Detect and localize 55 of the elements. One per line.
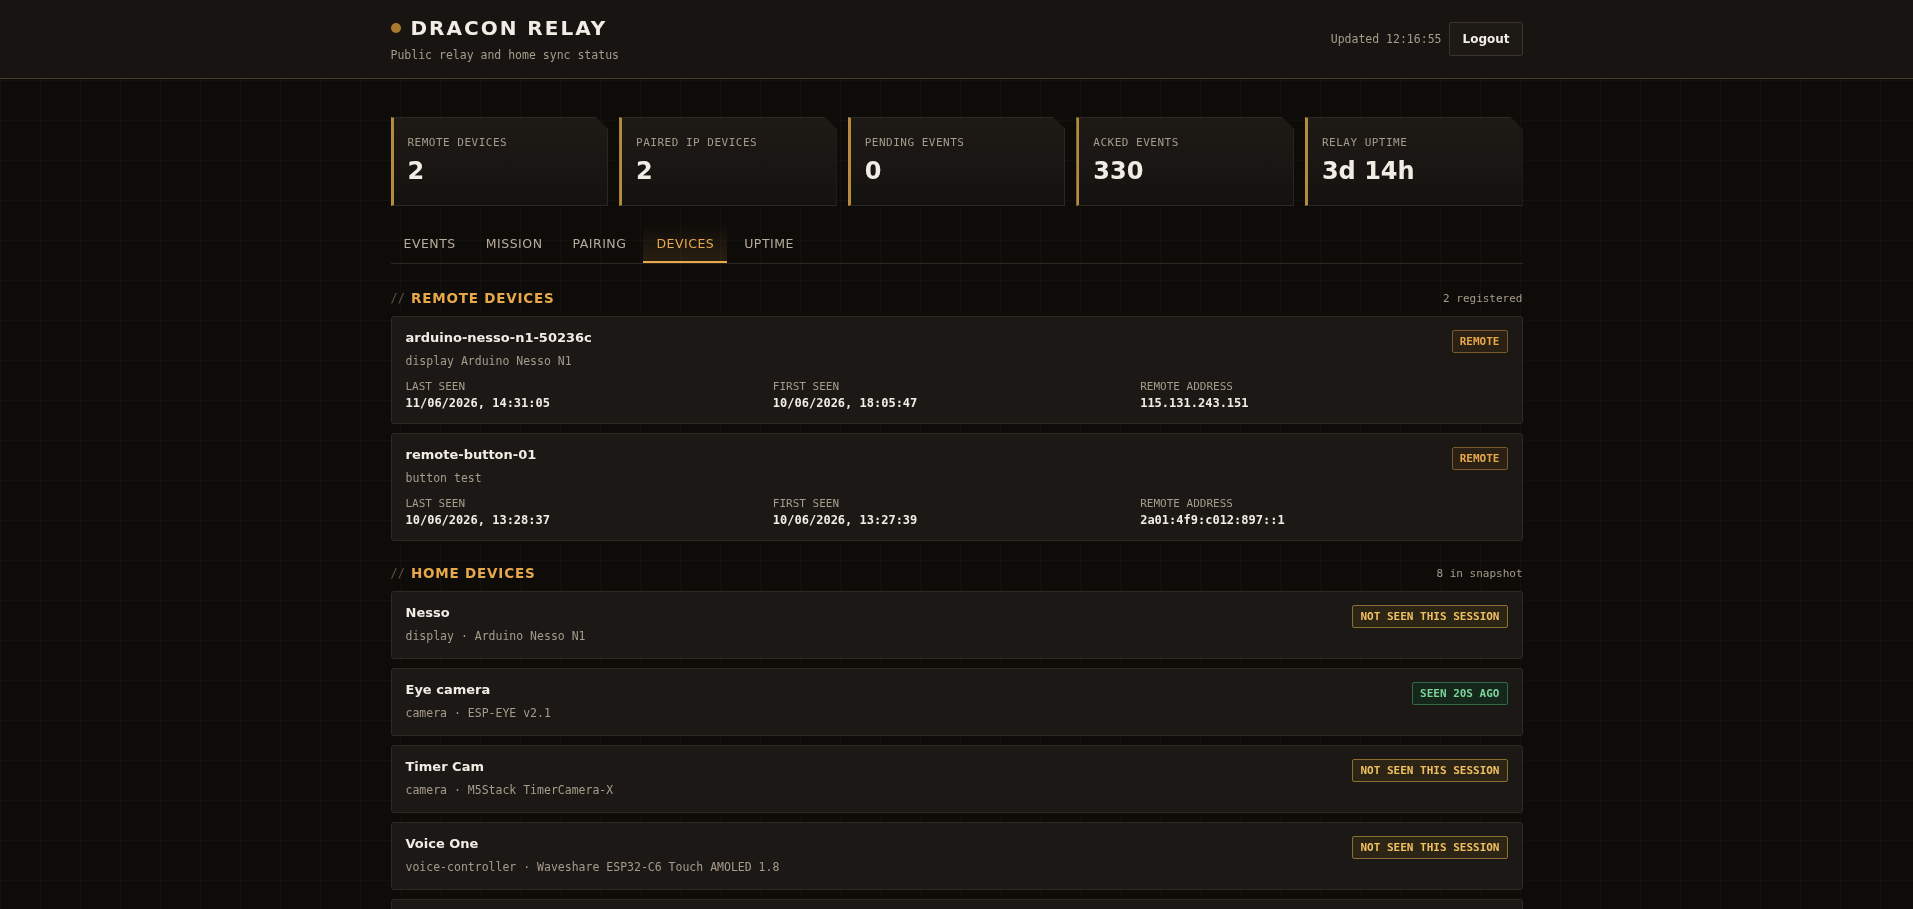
tab[interactable]: PAIRING (559, 224, 640, 263)
app-title: DRACON RELAY (410, 16, 608, 40)
stat-label: REMOTE DEVICES (407, 136, 509, 149)
tab[interactable]: UPTIME (731, 224, 807, 263)
stat-label: RELAY UPTIME (1321, 136, 1409, 149)
section-marker: // (390, 291, 405, 305)
stat-value: 3d 14h (1321, 157, 1416, 185)
tab[interactable]: MISSION (472, 224, 556, 263)
device-name: remote-button-01 (405, 447, 537, 462)
updated-time: Updated 12:16:55 (1330, 32, 1442, 46)
device-name: Eye camera (405, 682, 492, 697)
field-value: 11/06/2026, 14:31:05 (405, 396, 551, 410)
device-description: camera · ESP-EYE v2.1 (405, 706, 551, 720)
stat-value: 2 (407, 157, 426, 185)
status-badge: NOT SEEN THIS SESSION (1352, 836, 1508, 859)
tab[interactable]: EVENTS (390, 224, 469, 263)
field-label: FIRST SEEN (772, 380, 841, 393)
logout-button[interactable]: Logout (1449, 22, 1523, 56)
section-title: HOME DEVICES (410, 565, 536, 581)
field-value: 10/06/2026, 13:28:37 (405, 513, 551, 527)
device-description: button test (405, 471, 483, 485)
stat-value: 330 (1093, 157, 1145, 185)
section-count: 2 registered (1443, 291, 1523, 305)
section-title: REMOTE DEVICES (410, 290, 555, 306)
field-label: LAST SEEN (405, 497, 467, 510)
remote-badge: REMOTE (1451, 330, 1508, 353)
field-value: 115.131.243.151 (1140, 396, 1250, 410)
device-description: display · Arduino Nesso N1 (405, 629, 586, 643)
stat-label: PENDING EVENTS (864, 136, 966, 149)
remote-badge: REMOTE (1451, 447, 1508, 470)
stat-value: 2 (636, 157, 654, 185)
field-value: 10/06/2026, 18:05:47 (772, 396, 919, 410)
device-description: display Arduino Nesso N1 (405, 354, 573, 368)
app-subtitle: Public relay and home sync status (390, 48, 619, 62)
stat-value: 0 (864, 157, 883, 185)
status-badge: NOT SEEN THIS SESSION (1352, 605, 1508, 628)
section-marker: // (390, 566, 405, 580)
stat-label: PAIRED IP DEVICES (636, 136, 759, 149)
status-dot-icon (390, 23, 401, 33)
status-badge: SEEN 20S AGO (1412, 682, 1508, 705)
device-name: Timer Cam (405, 759, 485, 774)
device-name: Voice One (405, 836, 480, 851)
device-description: voice-controller · Waveshare ESP32-C6 Touch AMOLED 1.8 (405, 860, 780, 874)
field-label: LAST SEEN (405, 380, 467, 393)
device-name: Nesso (405, 605, 451, 620)
stat-label: ACKED EVENTS (1093, 136, 1180, 149)
field-label: REMOTE ADDRESS (1140, 380, 1234, 393)
device-name: arduino-nesso-n1-50236c (405, 330, 592, 345)
field-value: 2a01:4f9:c012:897::1 (1140, 513, 1286, 527)
field-label: FIRST SEEN (772, 497, 841, 510)
field-value: 10/06/2026, 13:27:39 (772, 513, 919, 527)
device-description: camera · M5Stack TimerCamera-X (405, 783, 614, 797)
section-count: 8 in snapshot (1436, 566, 1523, 580)
field-label: REMOTE ADDRESS (1140, 497, 1234, 510)
status-badge: NOT SEEN THIS SESSION (1352, 759, 1508, 782)
